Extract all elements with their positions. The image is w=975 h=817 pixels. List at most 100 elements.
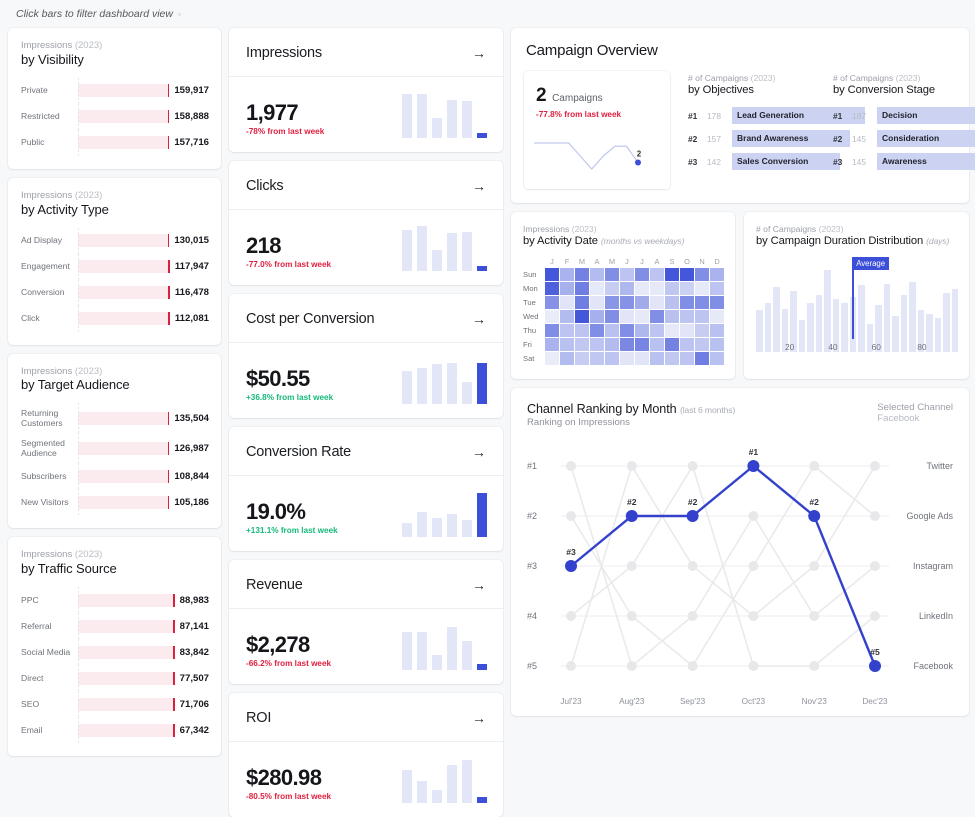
heatmap-cell[interactable]: [620, 282, 634, 296]
rank-chip[interactable]: Awareness: [877, 153, 975, 170]
conversion-stage-row[interactable]: #2 145 Consideration: [833, 127, 975, 150]
kpi-sparkline[interactable]: [402, 90, 487, 138]
kpi-spark-bar[interactable]: [432, 250, 442, 271]
heatmap-cell[interactable]: [575, 338, 589, 352]
breakdown-bar-row[interactable]: Subscribers 108,844: [21, 463, 209, 490]
kpi-spark-bar[interactable]: [462, 382, 472, 404]
kpi-spark-bar[interactable]: [477, 133, 487, 138]
breakdown-bar-fill[interactable]: [78, 593, 174, 607]
heatmap-cell[interactable]: [605, 268, 619, 282]
heatmap-cell[interactable]: [620, 338, 634, 352]
breakdown-bar-row[interactable]: Restricted 158,888: [21, 103, 209, 130]
kpi-sparkline[interactable]: [402, 755, 487, 803]
channel-name-label[interactable]: Facebook: [913, 661, 953, 671]
heatmap-cell[interactable]: [665, 268, 679, 282]
heatmap-cell[interactable]: [665, 338, 679, 352]
kpi-spark-bar[interactable]: [462, 101, 472, 138]
kpi-spark-bar[interactable]: [447, 765, 457, 803]
breakdown-bar-track[interactable]: 67,342: [78, 717, 209, 744]
heatmap-cell[interactable]: [695, 268, 709, 282]
campaign-count-card[interactable]: 2 Campaigns -77.8% from last week 2: [524, 71, 670, 189]
breakdown-bar-row[interactable]: Email 67,342: [21, 717, 209, 744]
breakdown-bar-track[interactable]: 159,917: [78, 77, 209, 104]
heatmap-cell[interactable]: [560, 324, 574, 338]
breakdown-bar-track[interactable]: 87,141: [78, 613, 209, 640]
heatmap-cell[interactable]: [710, 282, 724, 296]
breakdown-bar-track[interactable]: 88,983: [78, 587, 209, 614]
rank-chip[interactable]: Decision: [877, 107, 975, 124]
heatmap-cell[interactable]: [710, 296, 724, 310]
kpi-spark-bar[interactable]: [402, 632, 412, 670]
heatmap-cell[interactable]: [650, 296, 664, 310]
heatmap-cell[interactable]: [680, 324, 694, 338]
heatmap-cell[interactable]: [695, 282, 709, 296]
breakdown-bar-track[interactable]: 108,844: [78, 463, 209, 490]
kpi-sparkline[interactable]: [402, 622, 487, 670]
heatmap-cell[interactable]: [710, 352, 724, 366]
heatmap-cell[interactable]: [665, 324, 679, 338]
breakdown-bar-track[interactable]: 83,842: [78, 639, 209, 666]
heatmap-cell[interactable]: [665, 282, 679, 296]
breakdown-bar-track[interactable]: 112,081: [78, 305, 209, 332]
kpi-spark-bar[interactable]: [432, 518, 442, 537]
kpi-card[interactable]: Conversion Rate → 19.0% +131.1% from last w…: [229, 427, 503, 551]
breakdown-bar-row[interactable]: Returning Customers 135,504: [21, 403, 209, 434]
kpi-spark-bar[interactable]: [402, 770, 412, 803]
heatmap-cell[interactable]: [680, 352, 694, 366]
heatmap-cell[interactable]: [605, 310, 619, 324]
arrow-right-icon[interactable]: →: [472, 445, 486, 459]
heatmap-cell[interactable]: [680, 338, 694, 352]
breakdown-bar-fill[interactable]: [78, 469, 168, 483]
kpi-spark-bar[interactable]: [477, 363, 487, 404]
channel-name-label[interactable]: Twitter: [926, 461, 953, 471]
kpi-card[interactable]: Impressions → 1,977 -78% from last week: [229, 28, 503, 152]
heatmap-cell[interactable]: [695, 310, 709, 324]
heatmap-cell[interactable]: [695, 324, 709, 338]
heatmap-cell[interactable]: [590, 338, 604, 352]
breakdown-bar-track[interactable]: 135,504: [78, 403, 209, 434]
kpi-spark-bar[interactable]: [447, 233, 457, 271]
heatmap-cell[interactable]: [545, 352, 559, 366]
heatmap-cell[interactable]: [635, 310, 649, 324]
breakdown-bar-row[interactable]: Social Media 83,842: [21, 639, 209, 666]
heatmap-cell[interactable]: [665, 296, 679, 310]
heatmap-cell[interactable]: [680, 268, 694, 282]
kpi-spark-bar[interactable]: [432, 118, 442, 138]
heatmap-cell[interactable]: [650, 324, 664, 338]
breakdown-bar-row[interactable]: SEO 71,706: [21, 691, 209, 718]
heatmap-cell[interactable]: [575, 268, 589, 282]
channel-name-label[interactable]: Instagram: [913, 561, 953, 571]
objective-row[interactable]: #2 157 Brand Awareness: [688, 127, 851, 150]
breakdown-bar-fill[interactable]: [78, 136, 168, 150]
kpi-spark-bar[interactable]: [417, 512, 427, 537]
heatmap-grid[interactable]: [545, 268, 724, 366]
channel-name-label[interactable]: LinkedIn: [919, 611, 953, 621]
kpi-spark-bar[interactable]: [432, 790, 442, 803]
heatmap-cell[interactable]: [650, 352, 664, 366]
heatmap-cell[interactable]: [590, 268, 604, 282]
heatmap-cell[interactable]: [635, 268, 649, 282]
kpi-spark-bar[interactable]: [417, 632, 427, 670]
heatmap-cell[interactable]: [620, 324, 634, 338]
heatmap-cell[interactable]: [590, 296, 604, 310]
heatmap-cell[interactable]: [635, 352, 649, 366]
kpi-spark-bar[interactable]: [432, 364, 442, 404]
heatmap-cell[interactable]: [575, 296, 589, 310]
arrow-right-icon[interactable]: →: [472, 312, 486, 326]
heatmap-cell[interactable]: [695, 338, 709, 352]
heatmap-cell[interactable]: [620, 352, 634, 366]
breakdown-bar-fill[interactable]: [78, 619, 174, 633]
heatmap-cell[interactable]: [635, 296, 649, 310]
breakdown-bar-fill[interactable]: [78, 495, 168, 509]
breakdown-bar-fill[interactable]: [78, 697, 174, 711]
kpi-spark-bar[interactable]: [402, 523, 412, 537]
heatmap-cell[interactable]: [575, 310, 589, 324]
arrow-right-icon[interactable]: →: [472, 578, 486, 592]
arrow-right-icon[interactable]: →: [472, 46, 486, 60]
heatmap-cell[interactable]: [665, 352, 679, 366]
heatmap-cell[interactable]: [560, 282, 574, 296]
heatmap-cell[interactable]: [650, 338, 664, 352]
heatmap-cell[interactable]: [560, 352, 574, 366]
kpi-spark-bar[interactable]: [477, 664, 487, 670]
kpi-spark-bar[interactable]: [477, 493, 487, 537]
